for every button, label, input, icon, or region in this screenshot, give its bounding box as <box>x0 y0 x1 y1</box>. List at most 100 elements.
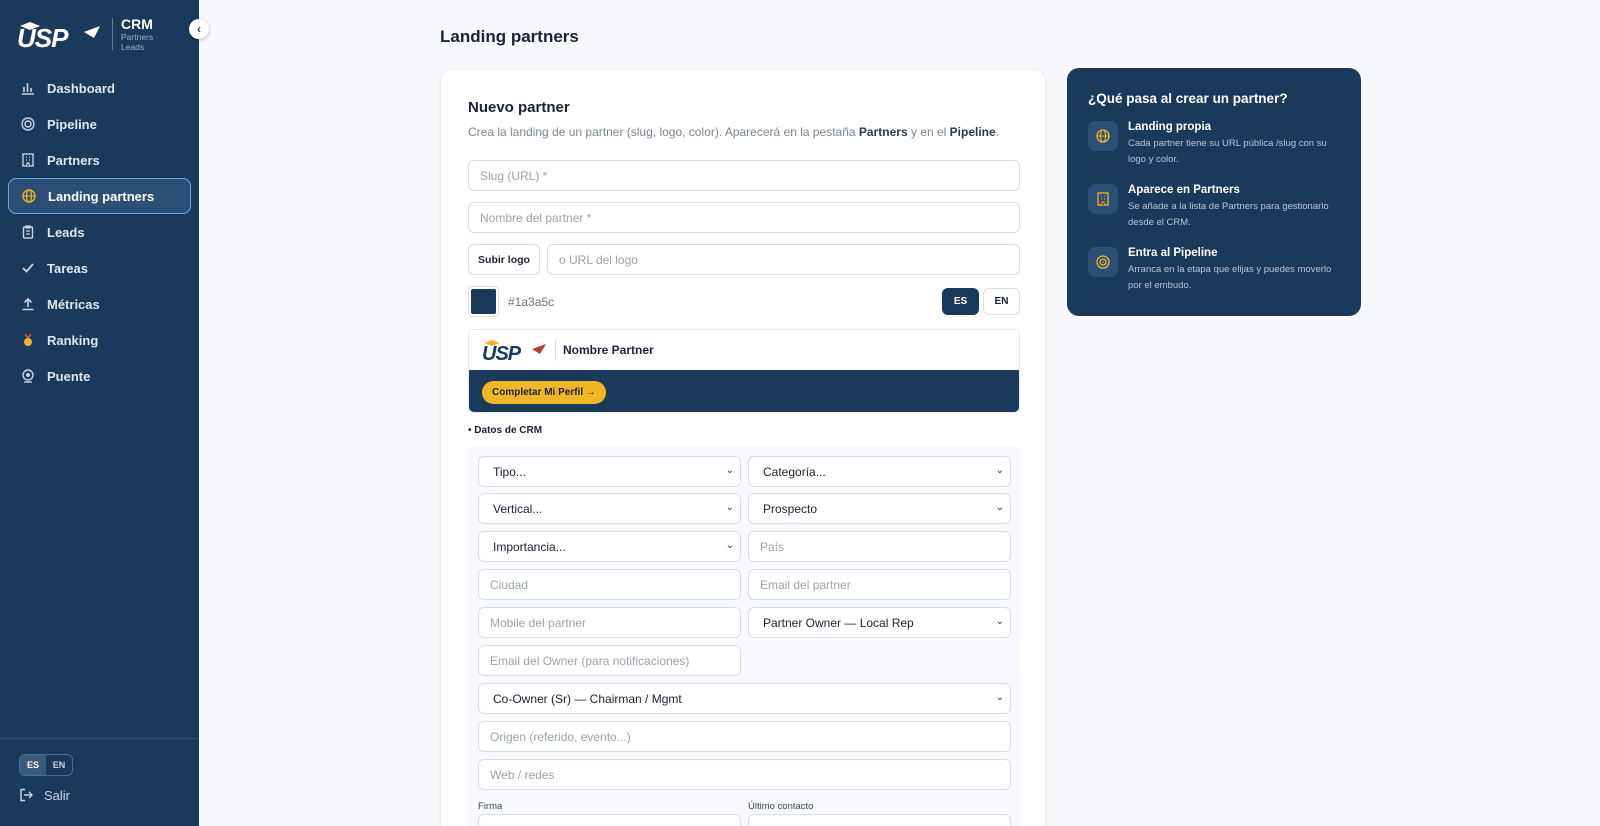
new-partner-card: Nuevo partner Crea la landing de un part… <box>440 69 1046 826</box>
sidebar: USP CRM Partners · Leads ‹ Dashboard Pip… <box>0 0 209 826</box>
info-panel: ¿Qué pasa al crear un partner? Landing p… <box>1067 68 1361 316</box>
sidebar-item-label: Ranking <box>47 332 99 348</box>
vertical-select[interactable]: Vertical... ⌄ <box>478 493 741 524</box>
building-icon <box>20 152 36 168</box>
landing-preview: USP Nombre Partner Completar Mi Perfil → <box>468 329 1020 413</box>
preview-cta-button: Completar Mi Perfil → <box>482 380 606 404</box>
web-input[interactable]: Web / redes <box>478 759 1011 790</box>
globe-icon <box>1088 121 1118 151</box>
brand-subtitle: Partners · Leads <box>121 32 159 52</box>
color-swatch <box>471 289 496 314</box>
importancia-select[interactable]: Importancia... ⌄ <box>478 531 741 562</box>
logout-label: Salir <box>44 787 71 803</box>
bar-chart-icon <box>20 80 36 96</box>
tipo-select[interactable]: Tipo... ⌄ <box>478 456 741 487</box>
chevron-down-icon: ⌄ <box>995 692 1004 703</box>
building-icon <box>1088 184 1118 214</box>
preview-separator <box>555 339 556 361</box>
firma-date-input[interactable] <box>478 814 741 826</box>
info-item-pipeline: Entra al Pipeline Arranca en la etapa qu… <box>1088 247 1346 294</box>
brand-title: CRM <box>121 16 153 32</box>
sidebar-item-pipeline[interactable]: Pipeline <box>8 106 191 142</box>
target-icon <box>20 116 36 132</box>
sidebar-item-dashboard[interactable]: Dashboard <box>8 70 191 106</box>
firma-label: Firma <box>478 801 503 812</box>
partner-owner-select[interactable]: Partner Owner — Local Rep ⌄ <box>748 607 1011 638</box>
origen-input[interactable]: Origen (referido, evento...) <box>478 721 1011 752</box>
sidebar-item-puente[interactable]: Puente <box>8 358 191 394</box>
slug-input[interactable]: Slug (URL) * <box>468 160 1020 191</box>
chevron-down-icon: ⌄ <box>995 465 1004 476</box>
info-item-title: Aparece en Partners <box>1128 184 1240 196</box>
lang-en-button[interactable]: EN <box>46 755 72 775</box>
info-item-text: Cada partner tiene su URL pública /slug … <box>1128 138 1327 165</box>
chevron-left-icon: ‹ <box>197 22 201 36</box>
ciudad-input[interactable]: Ciudad <box>478 569 741 600</box>
info-item-title: Landing propia <box>1128 121 1212 133</box>
info-item-partners: Aparece en Partners Se añade a la lista … <box>1088 184 1346 231</box>
chevron-down-icon: ⌄ <box>995 502 1004 513</box>
upload-logo-button[interactable]: Subir logo <box>468 244 540 275</box>
sidebar-item-metricas[interactable]: Métricas <box>8 286 191 322</box>
info-item-landing: Landing propia Cada partner tiene su URL… <box>1088 121 1346 168</box>
color-picker[interactable] <box>468 286 499 317</box>
logo-url-input[interactable]: o URL del logo <box>547 244 1020 275</box>
sidebar-item-leads[interactable]: Leads <box>8 214 191 250</box>
sidebar-item-label: Tareas <box>47 260 88 276</box>
pais-input[interactable]: País <box>748 531 1011 562</box>
ultimo-contacto-date-input[interactable] <box>748 814 1011 826</box>
chevron-down-icon: ⌄ <box>995 616 1004 627</box>
stage-select[interactable]: Prospecto ⌄ <box>748 493 1011 524</box>
partner-mobile-input[interactable]: Mobile del partner <box>478 607 741 638</box>
partner-email-input[interactable]: Email del partner <box>748 569 1011 600</box>
sidebar-item-landing-partners[interactable]: Landing partners <box>8 178 191 214</box>
color-hex-value: #1a3a5c <box>508 295 555 309</box>
info-title: ¿Qué pasa al crear un partner? <box>1088 91 1288 106</box>
form-lang-es-button[interactable]: ES <box>942 288 979 315</box>
logout-button[interactable]: Salir <box>19 787 70 803</box>
categoria-select[interactable]: Categoría... ⌄ <box>748 456 1011 487</box>
crm-data-section: Tipo... ⌄ Categoría... ⌄ Vertical... ⌄ Pros… <box>468 446 1020 826</box>
medal-icon <box>20 332 36 348</box>
sidebar-item-tareas[interactable]: Tareas <box>8 250 191 286</box>
clipboard-icon <box>20 224 36 240</box>
usp-logo: USP <box>17 22 100 50</box>
bridge-icon <box>20 368 36 384</box>
sidebar-item-partners[interactable]: Partners <box>8 142 191 178</box>
page-title: Landing partners <box>440 27 579 46</box>
ultimo-contacto-label: Último contacto <box>748 801 814 812</box>
logout-icon <box>19 787 35 803</box>
sidebar-item-ranking[interactable]: Ranking <box>8 322 191 358</box>
owner-email-input[interactable]: Email del Owner (para notificaciones) <box>478 645 741 676</box>
upload-icon <box>20 296 36 312</box>
sidebar-divider <box>0 738 199 739</box>
sidebar-item-label: Leads <box>47 224 85 240</box>
sidebar-nav: Dashboard Pipeline Partners Landing part… <box>8 70 191 394</box>
sidebar-item-label: Métricas <box>47 296 100 312</box>
usp-logo: USP <box>482 340 546 362</box>
chevron-down-icon: ⌄ <box>725 502 734 513</box>
svg-text:USP: USP <box>17 23 69 50</box>
sidebar-item-label: Partners <box>47 152 100 168</box>
form-lang-en-button[interactable]: EN <box>983 288 1020 315</box>
collapse-sidebar-button[interactable]: ‹ <box>189 19 209 39</box>
chevron-down-icon: ⌄ <box>725 540 734 551</box>
sidebar-language-toggle: ES EN <box>19 754 73 776</box>
brand-separator <box>112 18 113 50</box>
sidebar-item-label: Dashboard <box>47 80 115 96</box>
co-owner-select[interactable]: Co-Owner (Sr) — Chairman / Mgmt ⌄ <box>478 683 1011 714</box>
partner-name-input[interactable]: Nombre del partner * <box>468 202 1020 233</box>
target-icon <box>1088 247 1118 277</box>
chevron-down-icon: ⌄ <box>725 465 734 476</box>
sidebar-item-label: Landing partners <box>48 188 155 204</box>
crm-section-label: • Datos de CRM <box>468 425 543 436</box>
sidebar-item-label: Puente <box>47 368 91 384</box>
form-title: Nuevo partner <box>468 99 570 116</box>
info-item-text: Arranca en la etapa que elijas y puedes … <box>1128 264 1332 291</box>
brand[interactable]: USP CRM Partners · Leads <box>16 16 165 52</box>
info-item-text: Se añade a la lista de Partners para ges… <box>1128 201 1329 228</box>
lang-es-button[interactable]: ES <box>20 755 46 775</box>
sidebar-item-label: Pipeline <box>47 116 97 132</box>
preview-partner-name: Nombre Partner <box>563 343 654 357</box>
globe-icon <box>21 188 37 204</box>
